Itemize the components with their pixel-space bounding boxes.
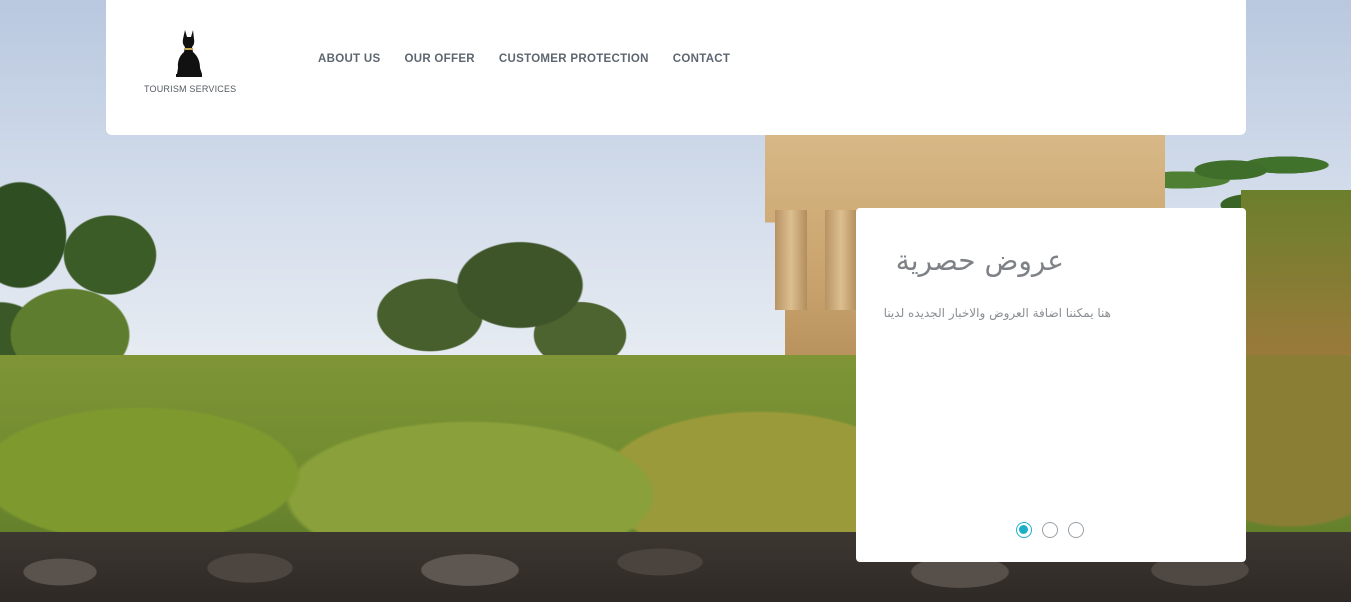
cat-statue-icon: [176, 30, 202, 77]
nav-item-about-us[interactable]: ABOUT US: [318, 53, 380, 65]
carousel-dot-2[interactable]: [1042, 522, 1058, 538]
nav-item-our-offer[interactable]: OUR OFFER: [404, 53, 474, 65]
nav-item-contact[interactable]: CONTACT: [673, 53, 730, 65]
carousel-dot-1[interactable]: [1016, 522, 1032, 538]
offer-body-text: هنا يمكننا اضافة العروض والاخبار الجديده…: [883, 306, 1111, 320]
carousel-dots: [1016, 522, 1084, 538]
page: TOURISM SERVICES ABOUT US OUR OFFER CUST…: [0, 0, 1351, 602]
brand-tagline: TOURISM SERVICES: [144, 84, 237, 94]
offer-title: عروض حصرية: [895, 244, 1064, 277]
offer-card: عروض حصرية هنا يمكننا اضافة العروض والاخ…: [856, 208, 1246, 562]
site-header: TOURISM SERVICES ABOUT US OUR OFFER CUST…: [106, 0, 1246, 135]
main-nav: ABOUT US OUR OFFER CUSTOMER PROTECTION C…: [318, 53, 730, 65]
brand-logo[interactable]: TOURISM SERVICES: [144, 28, 237, 100]
carousel-dot-3[interactable]: [1068, 522, 1084, 538]
nav-item-customer-protection[interactable]: CUSTOMER PROTECTION: [499, 53, 649, 65]
